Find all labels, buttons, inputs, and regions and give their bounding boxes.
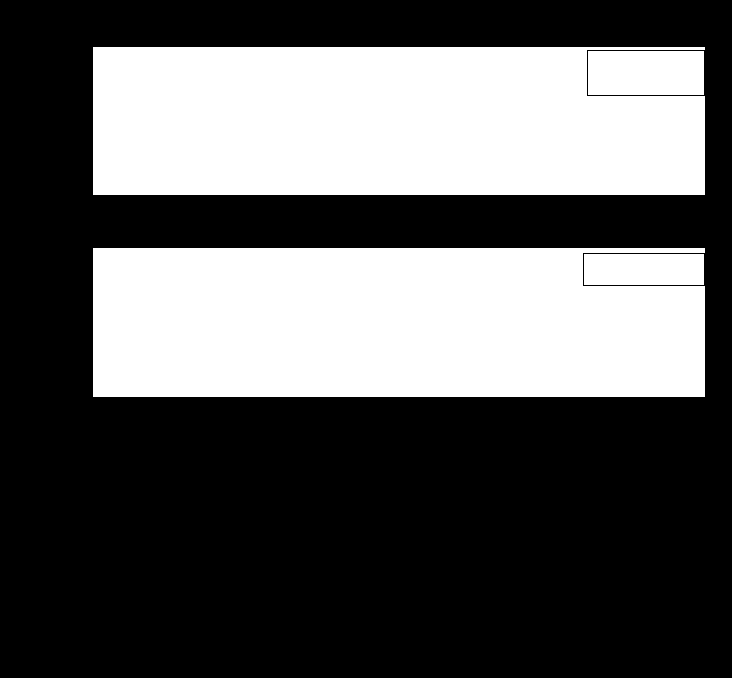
- noise-legend: [583, 253, 705, 286]
- figure: [0, 0, 732, 678]
- denoising-legend: [587, 50, 705, 96]
